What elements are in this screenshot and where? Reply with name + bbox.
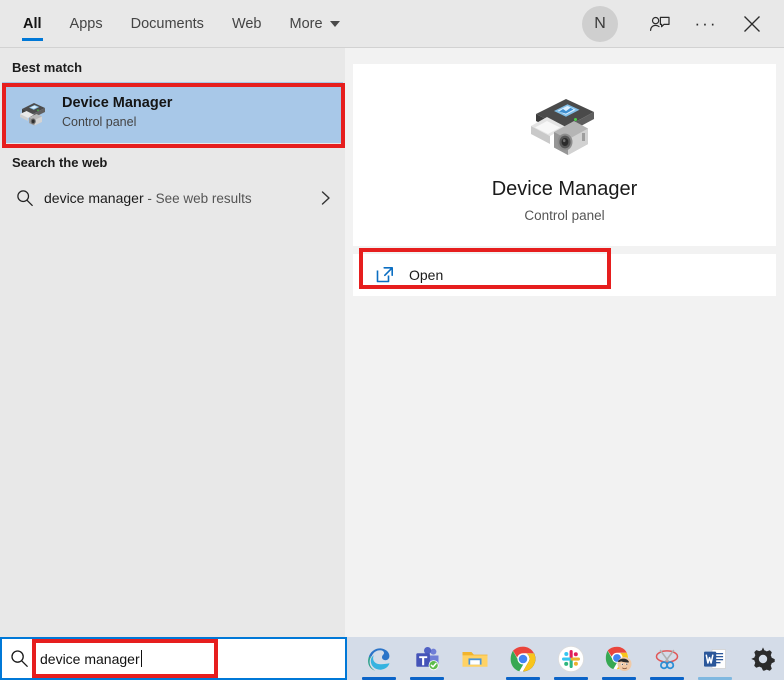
search-input[interactable]: device manager [36,650,143,667]
tab-all[interactable]: All [9,0,56,47]
web-result-suffix: - See web results [143,191,252,206]
preview-subtitle: Control panel [524,207,605,223]
ellipsis-label: ··· [694,14,718,33]
avatar[interactable]: N [582,5,618,42]
search-web-heading: Search the web [12,155,108,170]
taskbar-app-icons [347,637,784,680]
preview-title: Device Manager [491,177,638,200]
avatar-initial: N [594,14,606,32]
open-action-label: Open [409,267,444,283]
search-icon [10,188,40,208]
results-column: Best match Device Manager Control panel … [0,48,345,637]
result-item-text: Device Manager Control panel [52,94,172,131]
taskbar: device manager [0,637,784,680]
web-result-label: device manager - See web results [40,190,252,206]
web-result-query: device manager [44,190,144,206]
search-flyout: All Apps Documents Web More N ··· Best m… [0,0,784,637]
tab-apps-label: Apps [69,15,103,32]
taskbar-search-box[interactable]: device manager [0,637,347,680]
tab-more-label: More [289,15,323,32]
web-result-row[interactable]: device manager - See web results [0,177,345,219]
taskbar-item-file-explorer[interactable] [455,637,495,680]
device-manager-icon [526,88,604,163]
tab-documents[interactable]: Documents [117,0,218,47]
tab-all-label: All [23,15,42,32]
result-item-title: Device Manager [62,95,173,112]
tab-list: All Apps Documents Web More [0,0,354,47]
best-match-heading: Best match [12,60,83,75]
taskbar-item-google-chrome[interactable] [503,637,543,680]
taskbar-item-microsoft-word[interactable] [695,637,735,680]
search-tabstrip: All Apps Documents Web More N ··· [0,0,784,48]
close-icon[interactable] [730,2,774,46]
person-feedback-icon[interactable] [638,2,682,46]
open-action-button[interactable]: Open [353,254,776,296]
preview-column: Device Manager Control panel Open [345,48,784,637]
ellipsis-icon[interactable]: ··· [684,2,728,46]
search-icon [2,648,36,669]
device-manager-icon [14,97,52,129]
chevron-right-icon[interactable] [319,190,333,206]
taskbar-item-slack[interactable] [551,637,591,680]
chevron-down-icon [329,20,340,27]
result-item-subtitle: Control panel [62,114,137,129]
preview-action-list: Open [353,254,776,296]
tab-web-label: Web [231,15,262,32]
tab-documents-label: Documents [130,15,204,32]
open-external-icon [375,265,401,285]
text-cursor [140,650,143,667]
tab-more[interactable]: More [276,0,354,47]
windows-search-screen: All Apps Documents Web More N ··· Best m… [0,0,784,680]
best-match-result-wrap: Device Manager Control panel [0,82,345,143]
search-body: Best match Device Manager Control panel … [0,48,784,637]
result-item-device-manager[interactable]: Device Manager Control panel [2,82,343,143]
preview-card: Device Manager Control panel [353,64,776,246]
taskbar-item-chrome-profile[interactable] [599,637,639,680]
taskbar-item-microsoft-teams[interactable] [407,637,447,680]
taskbar-item-microsoft-edge[interactable] [359,637,399,680]
header-actions: N ··· [582,0,784,47]
tab-apps[interactable]: Apps [56,0,117,47]
tab-web[interactable]: Web [218,0,276,47]
taskbar-item-settings[interactable] [743,637,783,680]
search-input-value: device manager [40,650,140,667]
taskbar-item-snipping-tool[interactable] [647,637,687,680]
